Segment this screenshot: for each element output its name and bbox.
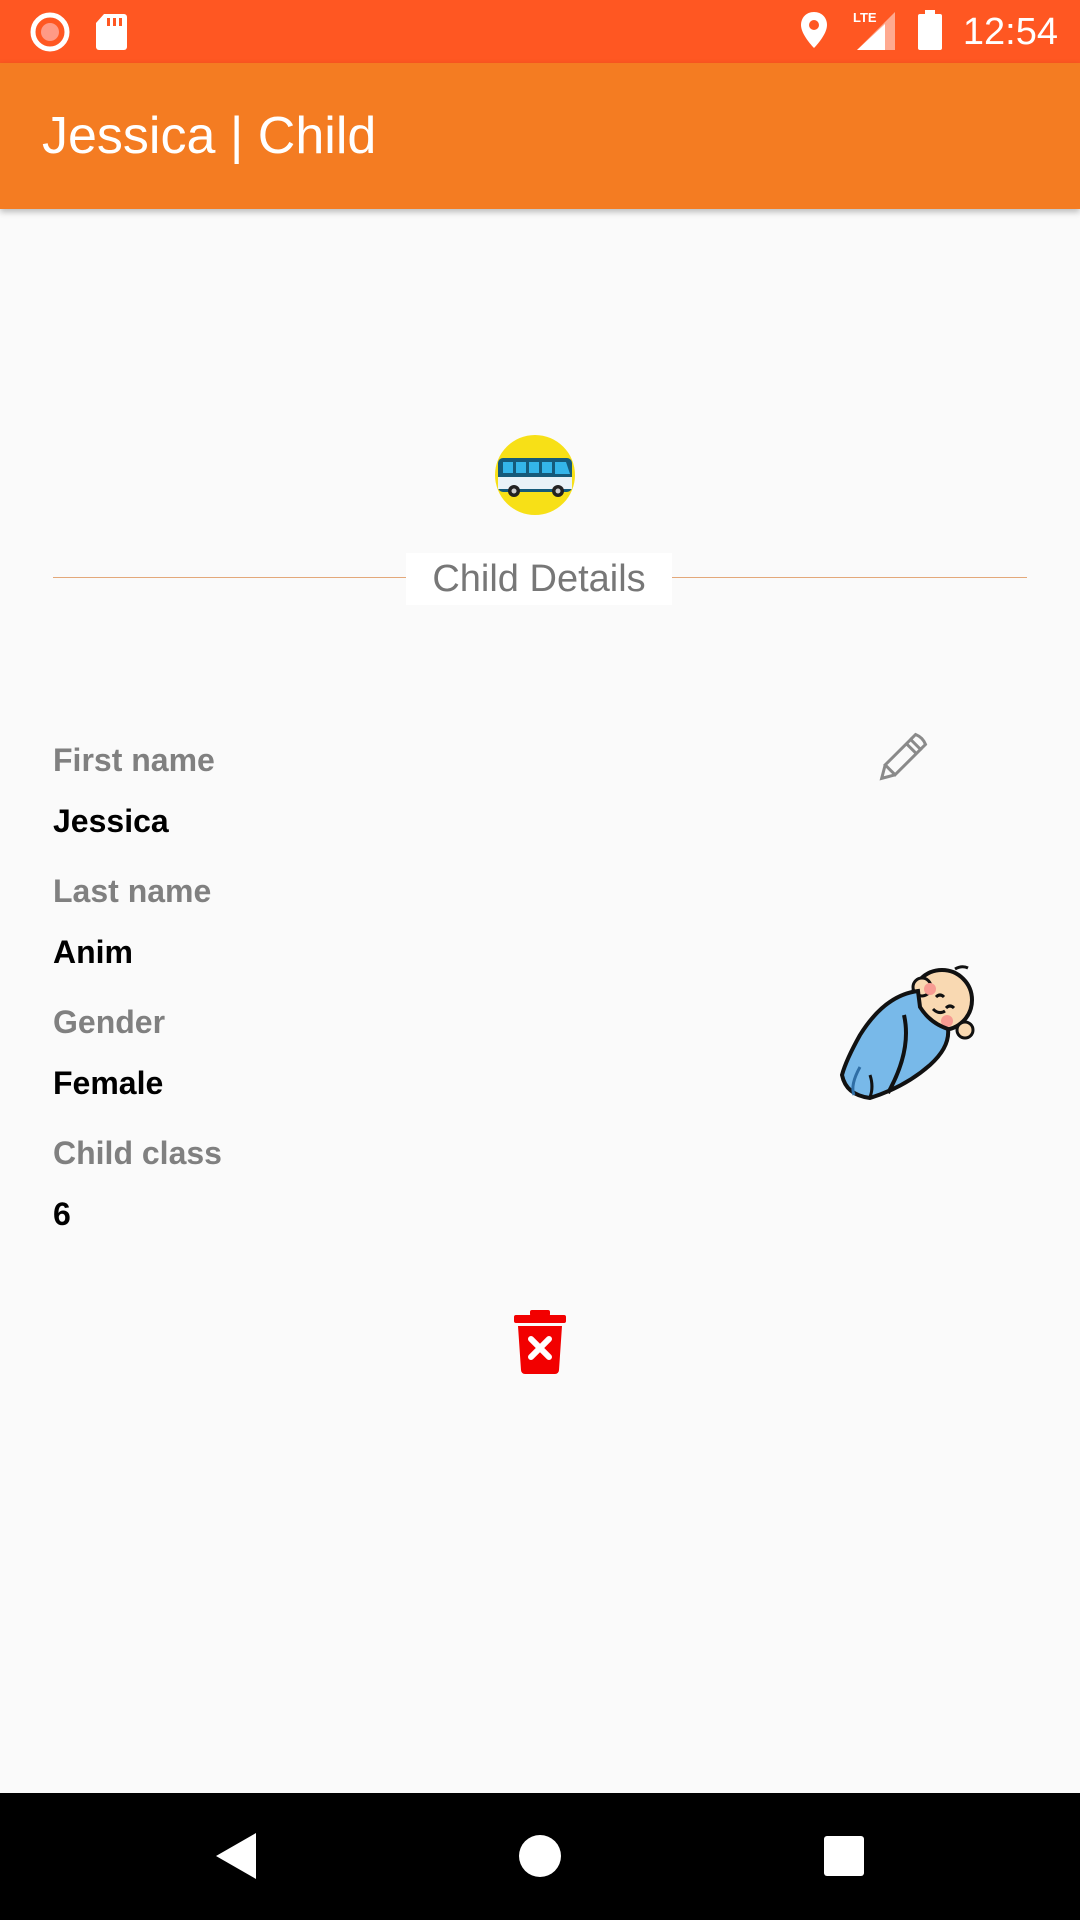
section-title: Child Details (406, 553, 672, 605)
home-icon (519, 1835, 561, 1877)
app-bar: Jessica | Child (0, 63, 1080, 209)
pencil-icon (879, 732, 928, 781)
last-name-value: Anim (53, 934, 133, 970)
status-time: 12:54 (962, 11, 1058, 53)
first-name-label: First name (53, 742, 215, 778)
navigation-bar (0, 1793, 1080, 1920)
child-class-label: Child class (53, 1135, 222, 1171)
svg-text:LTE: LTE (853, 10, 877, 25)
recents-button[interactable] (811, 1823, 877, 1889)
recents-icon (824, 1836, 864, 1876)
divider-left (53, 577, 406, 578)
back-icon (216, 1833, 256, 1879)
home-button[interactable] (507, 1823, 573, 1889)
record-icon (30, 12, 70, 57)
back-button[interactable] (202, 1823, 268, 1889)
lte-signal-icon: LTE (849, 8, 897, 57)
gender-value: Female (53, 1065, 164, 1101)
bus-logo-icon (492, 430, 582, 520)
status-bar: LTE 12:54 (0, 0, 1080, 63)
delete-button[interactable] (512, 1308, 568, 1374)
edit-button[interactable] (870, 720, 940, 790)
sd-card-icon (94, 12, 128, 57)
divider-right (672, 577, 1027, 578)
last-name-label: Last name (53, 873, 212, 909)
child-class-value: 6 (53, 1196, 71, 1232)
first-name-value: Jessica (53, 803, 169, 839)
battery-icon (917, 9, 943, 56)
location-icon (799, 10, 829, 55)
trash-delete-icon (514, 1310, 566, 1374)
gender-label: Gender (53, 1004, 166, 1040)
page-title: Jessica | Child (42, 107, 377, 165)
baby-icon (830, 955, 980, 1105)
